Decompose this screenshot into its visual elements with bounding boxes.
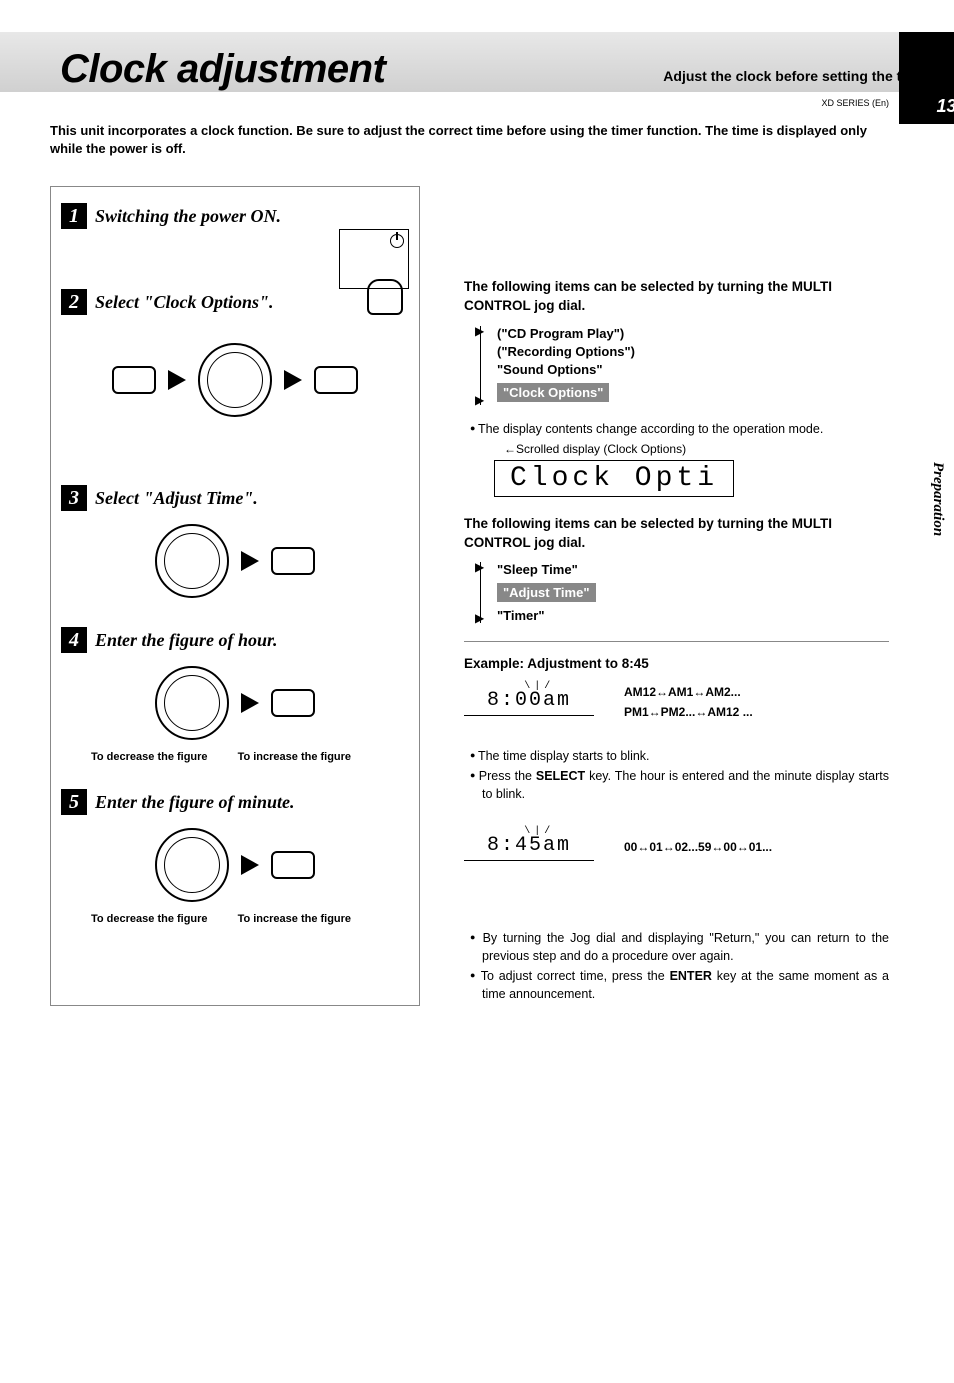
caption-decrease: To decrease the figure [91, 751, 208, 763]
hour-sequence: AM12↔AM1↔AM2... PM1↔PM2...↔AM12 ... [624, 683, 753, 721]
jog-dial-icon [155, 828, 229, 902]
hour-seq-line2: PM1↔PM2...↔AM12 ... [624, 705, 753, 719]
page-title: Clock adjustment [60, 47, 385, 92]
jog-dial-icon [155, 666, 229, 740]
text-fragment: Press the [479, 769, 536, 783]
step-title-4: Enter the figure of hour. [95, 630, 278, 651]
example-heading: Example: Adjustment to 8:45 [464, 656, 889, 671]
button-press-icon [112, 366, 156, 394]
steps-panel: 1 Switching the power ON. 2 Select "Cloc… [50, 186, 420, 1006]
step-title-2: Select "Clock Options". [95, 292, 273, 313]
step-badge-4: 4 [61, 627, 87, 653]
menu-item: "Sound Options" [497, 362, 889, 377]
info-column: The following items can be selected by t… [464, 186, 889, 1006]
power-icon [390, 234, 404, 248]
menu-item-selected: "Adjust Time" [497, 583, 596, 602]
list-arrow-icon: ▶ [475, 560, 484, 574]
menu-item-selected: "Clock Options" [497, 383, 609, 402]
multi-control-heading-2: The following items can be selected by t… [464, 515, 889, 553]
arrow-right-icon [241, 551, 259, 571]
menu-item: "Timer" [497, 608, 889, 623]
step-title-5: Enter the figure of minute. [95, 792, 295, 813]
hour-seq-line1: AM12↔AM1↔AM2... [624, 685, 741, 699]
step-badge-1: 1 [61, 203, 87, 229]
page-number: 13 [919, 92, 954, 121]
step2-illustration [61, 335, 409, 425]
step-badge-3: 3 [61, 485, 87, 511]
lcd-hour-value: 8:00am [487, 689, 571, 712]
menu-item: ("CD Program Play") [497, 326, 889, 341]
arrow-right-icon [241, 855, 259, 875]
button-press-icon [271, 851, 315, 879]
blink-rays-icon: \ | / [524, 826, 549, 837]
arrow-right-icon [168, 370, 186, 390]
scroll-label: ←Scrolled display (Clock Options) [504, 442, 889, 456]
enter-key-label: ENTER [670, 969, 712, 983]
hand-icon [367, 279, 403, 315]
divider [464, 641, 889, 642]
bullet-return: By turning the Jog dial and displaying "… [482, 930, 889, 965]
multi-control-heading-1: The following items can be selected by t… [464, 278, 889, 316]
bullet-display-change: The display contents change according to… [482, 421, 889, 439]
text-fragment: To adjust correct time, press the [481, 969, 670, 983]
header-band: Clock adjustment Adjust the clock before… [0, 32, 954, 92]
step5-illustration [61, 825, 409, 905]
bullet-select-key: Press the SELECT key. The hour is entere… [482, 768, 889, 803]
menu-item: ("Recording Options") [497, 344, 889, 359]
caption-increase: To increase the figure [238, 913, 352, 925]
step4-illustration [61, 663, 409, 743]
step-badge-5: 5 [61, 789, 87, 815]
select-key-label: SELECT [536, 769, 585, 783]
lcd-hour-display: \ | / 8:00am [464, 689, 594, 716]
button-press-icon [271, 547, 315, 575]
list-arrow-icon: ▶ [475, 611, 484, 625]
bullet-blink: The time display starts to blink. [482, 748, 889, 766]
jog-dial-icon [155, 524, 229, 598]
intro-paragraph: This unit incorporates a clock function.… [50, 122, 889, 158]
jog-dial-icon [198, 343, 272, 417]
step3-illustration [61, 521, 409, 601]
side-tab-preparation: Preparation [929, 462, 946, 536]
list-arrow-icon: ▶ [475, 393, 484, 407]
button-press-icon [314, 366, 358, 394]
list-arrow-icon: ▶ [475, 324, 484, 338]
header-subtitle: Adjust the clock before setting the time… [663, 68, 934, 84]
minute-sequence: 00↔01↔02...59↔00↔01... [624, 838, 772, 857]
menu-item: "Sleep Time" [497, 562, 889, 577]
caption-decrease: To decrease the figure [91, 913, 208, 925]
lcd-minute-value: 8:45am [487, 834, 571, 857]
step-title-1: Switching the power ON. [95, 206, 281, 227]
lcd-minute-display: \ | / 8:45am [464, 834, 594, 861]
menu-list-2: ▶ "Sleep Time" "Adjust Time" "Timer" ▶ [480, 562, 889, 623]
bullet-enter-key: To adjust correct time, press the ENTER … [482, 968, 889, 1003]
blink-rays-icon: \ | / [524, 681, 549, 692]
step-title-3: Select "Adjust Time". [95, 488, 258, 509]
arrow-right-icon [284, 370, 302, 390]
series-label: XD SERIES (En) [0, 98, 889, 108]
step-badge-2: 2 [61, 289, 87, 315]
menu-list-1: ▶ ("CD Program Play") ("Recording Option… [480, 326, 889, 405]
button-press-icon [271, 689, 315, 717]
caption-increase: To increase the figure [238, 751, 352, 763]
arrow-right-icon [241, 693, 259, 713]
lcd-display-clock-opti: Clock Opti [494, 460, 734, 497]
